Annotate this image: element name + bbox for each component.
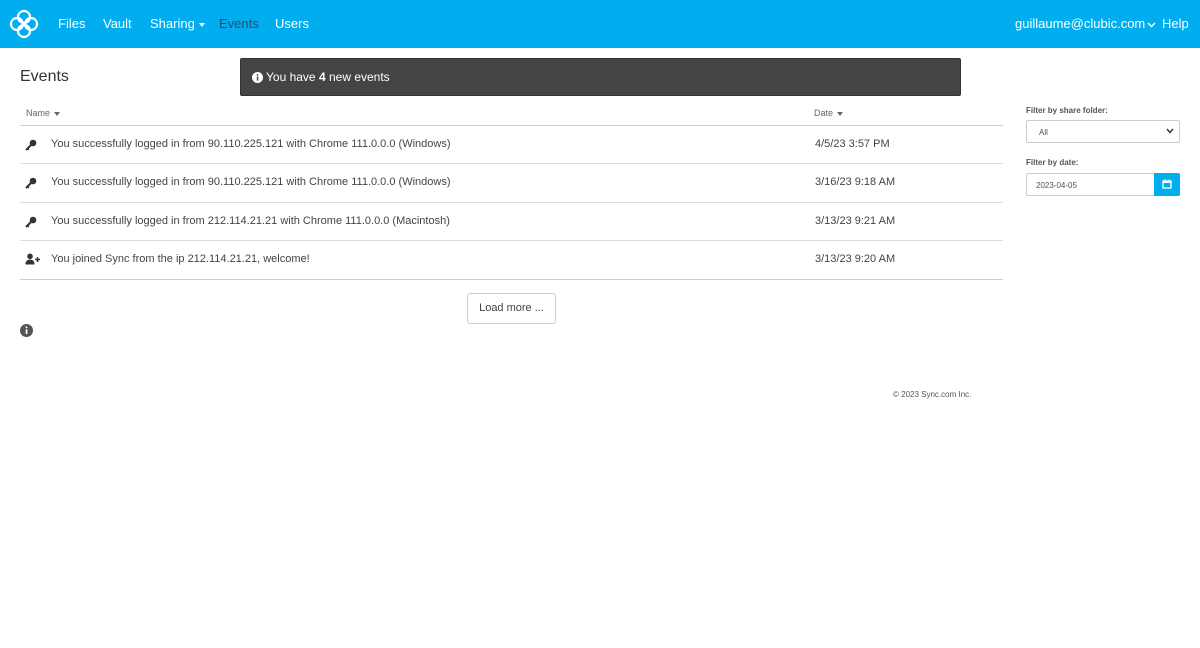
caret-down-icon <box>198 22 205 27</box>
nav-sharing-label: Sharing <box>150 16 195 31</box>
account-email: guillaume@clubic.com <box>1015 16 1146 31</box>
event-date: 3/13/23 9:20 AM <box>815 253 896 265</box>
sync-logo-icon[interactable] <box>9 9 39 39</box>
user-plus-icon <box>25 253 40 265</box>
row-divider <box>20 202 1003 203</box>
key-icon <box>25 177 37 189</box>
event-date: 3/16/23 9:18 AM <box>815 176 896 188</box>
nav-sharing[interactable]: Sharing <box>150 16 205 31</box>
new-events-notice: You have 4 new events <box>240 58 961 96</box>
sort-caret-icon <box>54 111 61 116</box>
date-filter-input[interactable]: 2023-04-05 <box>1026 173 1154 196</box>
name-header-label: Name <box>26 108 51 118</box>
calendar-icon <box>1162 179 1172 189</box>
nav-events[interactable]: Events <box>219 16 259 31</box>
notice-count: 4 <box>318 70 326 84</box>
nav-files[interactable]: Files <box>58 16 85 31</box>
event-name: You successfully logged in from 212.114.… <box>51 215 450 227</box>
share-folder-select[interactable]: All <box>1026 120 1180 143</box>
header-divider <box>20 125 1003 126</box>
date-filter-value: 2023-04-05 <box>1036 181 1077 190</box>
nav-help[interactable]: Help <box>1162 16 1189 31</box>
notice-prefix: You have <box>266 70 319 84</box>
key-icon <box>25 216 37 228</box>
sort-caret-icon <box>837 111 844 116</box>
info-circle-icon <box>252 72 263 83</box>
date-header-label: Date <box>814 108 834 118</box>
key-icon <box>25 139 37 151</box>
nav-vault[interactable]: Vault <box>103 16 132 31</box>
account-menu[interactable]: guillaume@clubic.com <box>1015 16 1156 31</box>
event-name: You successfully logged in from 90.110.2… <box>51 138 451 150</box>
info-circle-icon[interactable] <box>20 324 33 337</box>
calendar-button[interactable] <box>1154 173 1180 196</box>
table-bottom-divider <box>20 279 1003 280</box>
load-more-button[interactable]: Load more ... <box>467 293 556 324</box>
event-name: You joined Sync from the ip 212.114.21.2… <box>51 253 310 265</box>
top-navbar: Files Vault Sharing Events Users guillau… <box>0 0 1200 48</box>
event-name: You successfully logged in from 90.110.2… <box>51 176 451 188</box>
page-title: Events <box>20 68 69 85</box>
row-divider <box>20 163 1003 164</box>
notice-text: You have 4 new events <box>266 70 390 84</box>
event-date: 4/5/23 3:57 PM <box>815 138 890 150</box>
copyright-text: © 2023 Sync.com Inc. <box>893 390 972 399</box>
name-column-header[interactable]: Name <box>26 108 61 118</box>
event-date: 3/13/23 9:21 AM <box>815 215 896 227</box>
nav-users[interactable]: Users <box>275 16 309 31</box>
share-folder-filter-label: Filter by share folder: <box>1026 106 1108 115</box>
chevron-down-icon <box>1166 128 1174 134</box>
row-divider <box>20 240 1003 241</box>
notice-suffix: new events <box>325 70 390 84</box>
date-column-header[interactable]: Date <box>814 108 844 118</box>
chevron-down-icon <box>1147 22 1156 28</box>
share-folder-select-value: All <box>1039 128 1048 137</box>
date-filter-label: Filter by date: <box>1026 158 1079 167</box>
